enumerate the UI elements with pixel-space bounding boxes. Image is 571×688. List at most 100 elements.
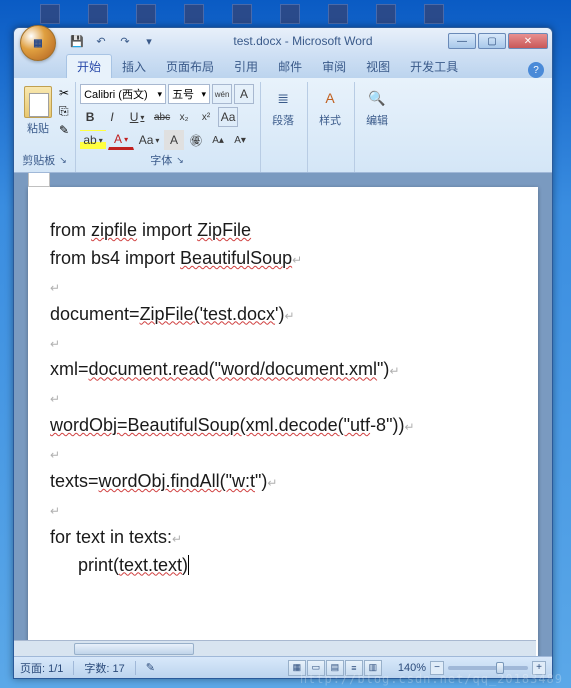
phonetic-guide-button[interactable]: wén — [212, 84, 232, 104]
taskbar-icon[interactable] — [88, 4, 108, 24]
code-line[interactable]: from zipfile import ZipFile — [50, 217, 516, 245]
code-line[interactable]: ↵ — [50, 329, 516, 357]
document-content[interactable]: from zipfile import ZipFilefrom bs4 impo… — [50, 217, 516, 580]
code-line[interactable]: xml=document.read("word/document.xml")↵ — [50, 356, 516, 384]
zoom-level[interactable]: 140% — [398, 662, 426, 674]
strike-button[interactable]: abc — [152, 107, 172, 127]
superscript-button[interactable]: x² — [196, 107, 216, 127]
view-outline[interactable]: ≡ — [345, 660, 363, 676]
tab-view[interactable]: 视图 — [356, 55, 400, 78]
font-size-select[interactable]: 五号 ▾ — [168, 84, 210, 104]
word-window: ▦ 💾 ↶ ↷ ▾ test.docx - Microsoft Word — ▢… — [13, 27, 553, 679]
enclosed-char-button[interactable]: ㊝ — [186, 130, 206, 150]
format-painter-button[interactable]: ✎ — [59, 123, 69, 137]
window-title: test.docx - Microsoft Word — [158, 34, 448, 48]
view-draft[interactable]: ▥ — [364, 660, 382, 676]
document-area[interactable]: from zipfile import ZipFilefrom bs4 impo… — [14, 173, 552, 656]
zoom-slider[interactable] — [448, 666, 528, 670]
tab-insert[interactable]: 插入 — [112, 55, 156, 78]
tab-dev[interactable]: 开发工具 — [400, 55, 468, 78]
editing-button[interactable]: 🔍 编辑 — [359, 84, 395, 130]
paste-button[interactable]: 粘贴 — [20, 84, 56, 138]
bold-button[interactable]: B — [80, 107, 100, 127]
char-shading-button[interactable]: A — [164, 130, 184, 150]
clipboard-dialog-launcher[interactable]: ↘ — [59, 155, 67, 166]
copy-button[interactable]: ⎘ — [59, 104, 69, 119]
styles-icon: A — [318, 86, 342, 110]
char-border-button[interactable]: A — [234, 84, 254, 104]
chevron-down-icon: ▾ — [158, 89, 163, 100]
code-line[interactable]: ↵ — [50, 496, 516, 524]
taskbar-icon[interactable] — [136, 4, 156, 24]
tab-layout[interactable]: 页面布局 — [156, 55, 224, 78]
paragraph-button[interactable]: ≣ 段落 — [265, 84, 301, 130]
save-button[interactable]: 💾 — [68, 32, 86, 50]
highlight-button[interactable]: ab▾ — [80, 130, 106, 150]
taskbar-icon[interactable] — [184, 4, 204, 24]
shrink-font-button[interactable]: A▾ — [230, 130, 250, 150]
redo-button[interactable]: ↷ — [116, 32, 134, 50]
clear-format-button[interactable]: Aa — [218, 107, 238, 127]
view-web-layout[interactable]: ▤ — [326, 660, 344, 676]
taskbar-icon[interactable] — [232, 4, 252, 24]
underline-button[interactable]: U▾ — [124, 107, 150, 127]
italic-button[interactable]: I — [102, 107, 122, 127]
code-line[interactable]: ↵ — [50, 273, 516, 301]
separator — [135, 661, 136, 675]
code-line[interactable]: texts=wordObj.findAll("w:t")↵ — [50, 468, 516, 496]
ribbon-tabs: 开始 插入 页面布局 引用 邮件 审阅 视图 开发工具 ? — [14, 54, 552, 78]
scrollbar-thumb[interactable] — [74, 643, 194, 655]
paste-icon — [24, 86, 52, 118]
taskbar-icon[interactable] — [328, 4, 348, 24]
tab-home[interactable]: 开始 — [66, 54, 112, 78]
view-full-screen[interactable]: ▭ — [307, 660, 325, 676]
titlebar[interactable]: ▦ 💾 ↶ ↷ ▾ test.docx - Microsoft Word — ▢… — [14, 28, 552, 54]
maximize-button[interactable]: ▢ — [478, 33, 506, 49]
zoom-in-button[interactable]: + — [532, 661, 546, 675]
styles-button[interactable]: A 样式 — [312, 84, 348, 130]
code-line[interactable]: for text in texts:↵ — [50, 524, 516, 552]
taskbar-icon[interactable] — [40, 4, 60, 24]
word-count[interactable]: 字数: 17 — [84, 660, 124, 676]
code-line[interactable]: ↵ — [50, 440, 516, 468]
quick-access-toolbar: 💾 ↶ ↷ ▾ — [68, 32, 158, 50]
tab-reference[interactable]: 引用 — [224, 55, 268, 78]
zoom-out-button[interactable]: − — [430, 661, 444, 675]
taskbar-icon[interactable] — [376, 4, 396, 24]
change-case-button[interactable]: Aa▾ — [136, 130, 162, 150]
page-indicator[interactable]: 页面: 1/1 — [20, 660, 63, 676]
grow-font-button[interactable]: A▴ — [208, 130, 228, 150]
font-name-select[interactable]: Calibri (西文) ▾ — [80, 84, 166, 104]
tab-mail[interactable]: 邮件 — [268, 55, 312, 78]
zoom-slider-thumb[interactable] — [496, 662, 504, 674]
minimize-button[interactable]: — — [448, 33, 476, 49]
cut-button[interactable]: ✂ — [59, 86, 69, 100]
office-button[interactable]: ▦ — [20, 25, 56, 61]
horizontal-scrollbar[interactable] — [14, 640, 536, 656]
subscript-button[interactable]: x₂ — [174, 107, 194, 127]
undo-button[interactable]: ↶ — [92, 32, 110, 50]
view-print-layout[interactable]: ▦ — [288, 660, 306, 676]
document-page[interactable]: from zipfile import ZipFilefrom bs4 impo… — [28, 187, 538, 656]
code-line[interactable]: document=ZipFile('test.docx')↵ — [50, 301, 516, 329]
proofing-status[interactable]: ✎ — [146, 661, 155, 674]
view-buttons: ▦ ▭ ▤ ≡ ▥ — [288, 660, 382, 676]
font-size-value: 五号 — [172, 86, 194, 102]
font-dialog-launcher[interactable]: ↘ — [176, 155, 184, 166]
code-line[interactable]: print(text.text) — [50, 552, 516, 580]
code-line[interactable]: wordObj=BeautifulSoup(xml.decode("utf-8"… — [50, 412, 516, 440]
font-color-button[interactable]: A▾ — [108, 130, 134, 150]
status-bar: 页面: 1/1 字数: 17 ✎ ▦ ▭ ▤ ≡ ▥ 140% − + — [14, 656, 552, 678]
taskbar-icon[interactable] — [424, 4, 444, 24]
qat-more-button[interactable]: ▾ — [140, 32, 158, 50]
help-button[interactable]: ? — [528, 62, 544, 78]
taskbar-icon[interactable] — [280, 4, 300, 24]
chevron-down-icon: ▾ — [140, 113, 144, 122]
tab-review[interactable]: 审阅 — [312, 55, 356, 78]
group-clipboard: 粘贴 ✂ ⎘ ✎ 剪贴板 ↘ — [18, 82, 76, 172]
code-line[interactable]: from bs4 import BeautifulSoup↵ — [50, 245, 516, 273]
chevron-down-icon: ▾ — [155, 136, 159, 145]
code-line[interactable]: ↵ — [50, 384, 516, 412]
close-button[interactable]: ✕ — [508, 33, 548, 49]
separator — [73, 661, 74, 675]
